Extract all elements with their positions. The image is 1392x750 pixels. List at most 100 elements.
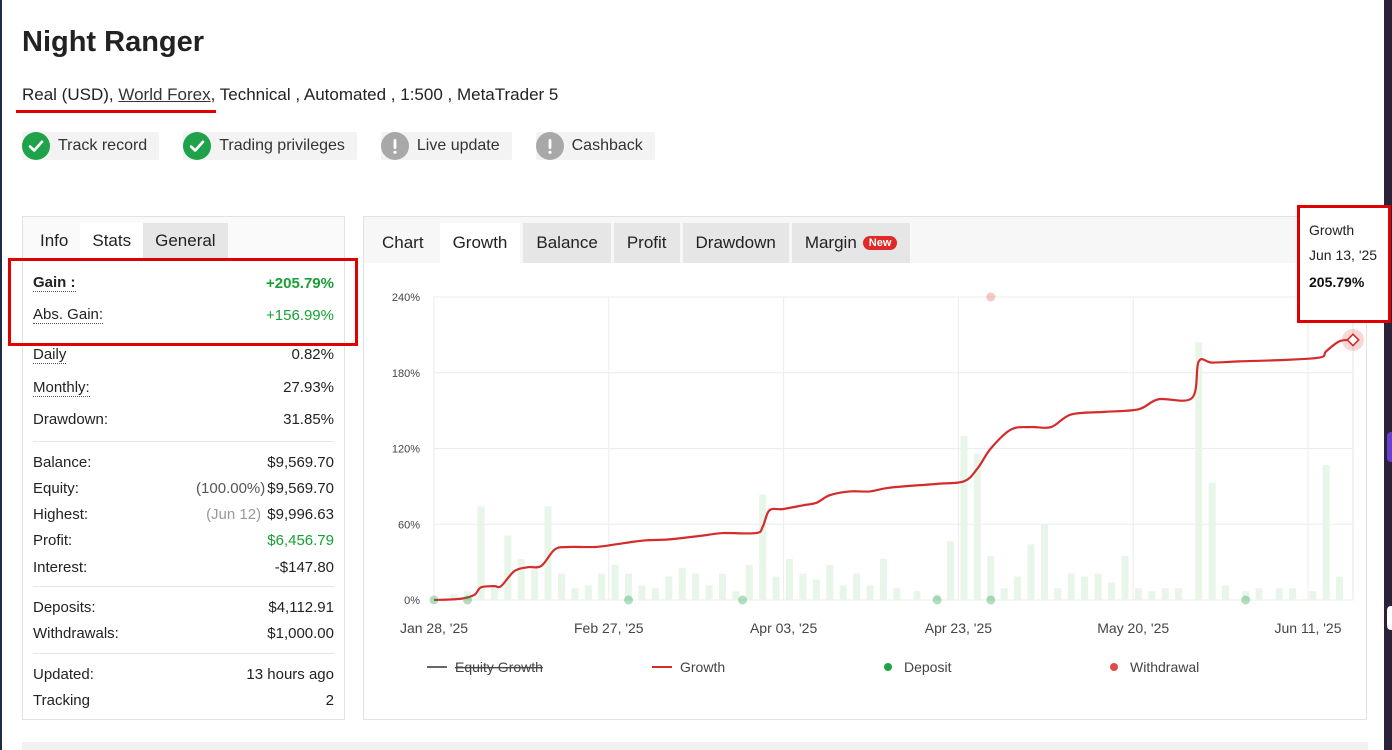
- chart-x-axis: Jan 28, '25 Feb 27, '25 Apr 03, '25 Apr 23,…: [400, 620, 1342, 636]
- account-subtitle: Real (USD), World Forex, Technical , Aut…: [22, 85, 558, 105]
- legend-label: Deposit: [904, 659, 952, 675]
- daily-bar: [866, 585, 874, 600]
- legend-label: Withdrawal: [1130, 659, 1199, 675]
- daily-bar: [960, 435, 968, 600]
- daily-bar: [1094, 573, 1102, 600]
- chart-tabs: Chart Growth Balance Profit Drawdown Mar…: [364, 217, 1366, 263]
- account-type: Real (USD),: [22, 85, 114, 104]
- badge-trading-privileges[interactable]: Trading privileges: [183, 132, 357, 160]
- y-tick-label: 120%: [392, 444, 420, 456]
- tab-general[interactable]: General: [143, 223, 228, 259]
- x-tick-label: Apr 03, '25: [750, 620, 817, 636]
- stat-updated: Updated: 13 hours ago: [33, 661, 334, 687]
- stat-amount: $9,569.70: [267, 479, 334, 497]
- stat-label: Interest:: [33, 558, 88, 576]
- stat-value: $9,569.70: [267, 453, 334, 471]
- daily-bar: [531, 564, 539, 600]
- stat-label: Highest:: [33, 505, 89, 523]
- account-details: , Technical , Automated , 1:500 , MetaTr…: [210, 85, 559, 104]
- stat-value: 13 hours ago: [246, 665, 334, 683]
- chart-y-axis: 0% 60% 120% 180% 240%: [392, 292, 420, 607]
- tab-balance[interactable]: Balance: [523, 223, 611, 263]
- tooltip-value: 205.79%: [1309, 274, 1365, 290]
- stat-label[interactable]: Monthly:: [33, 379, 90, 397]
- badge-label: Trading privileges: [219, 137, 345, 154]
- deposit-marker: [463, 595, 473, 605]
- badge-label: Track record: [58, 137, 148, 154]
- bottom-section-edge: [22, 742, 1368, 750]
- badge-track-record[interactable]: Track record: [22, 132, 160, 160]
- chart-tooltip: Growth Jun 13, '25 205.79%: [1297, 205, 1391, 323]
- daily-bar: [678, 567, 686, 600]
- stat-amount: $9,996.63: [267, 505, 334, 523]
- broker-link[interactable]: World Forex: [118, 85, 210, 104]
- daily-bar: [1275, 588, 1283, 600]
- tab-growth[interactable]: Growth: [439, 223, 521, 263]
- daily-bar: [1081, 576, 1089, 600]
- daily-bar: [1175, 588, 1183, 600]
- stat-value: $6,456.79: [267, 532, 334, 549]
- badge-cashback[interactable]: Cashback: [535, 132, 655, 160]
- tab-drawdown[interactable]: Drawdown: [682, 223, 789, 263]
- stat-value: -$147.80: [274, 558, 334, 576]
- legend-swatch: [884, 663, 892, 671]
- daily-bar: [584, 585, 592, 600]
- daily-bar: [1000, 588, 1008, 600]
- daily-bar: [1222, 585, 1230, 600]
- stat-note: (100.00%): [196, 479, 266, 497]
- daily-bar: [786, 558, 794, 600]
- y-tick-label: 60%: [398, 519, 420, 531]
- deposit-marker: [738, 595, 748, 605]
- daily-bar: [651, 588, 659, 600]
- daily-bar: [853, 573, 861, 600]
- x-tick-label: Apr 23, '25: [925, 620, 992, 636]
- daily-bar: [1027, 544, 1035, 600]
- daily-bar: [1208, 482, 1216, 600]
- stat-drawdown: Drawdown: 31.85%: [33, 404, 334, 435]
- check-icon: [22, 132, 50, 160]
- daily-bar: [745, 564, 753, 600]
- stat-label: Tracking: [33, 691, 90, 709]
- chart-daily-bars: [450, 342, 1344, 600]
- chart-legend: Equity Growth Growth Deposit Withdrawal: [427, 659, 1199, 675]
- deposit-marker: [624, 595, 634, 605]
- exclamation-icon: [535, 132, 564, 160]
- tab-stats[interactable]: Stats: [80, 223, 144, 259]
- gain-highlight-box: [8, 258, 358, 346]
- daily-bar: [759, 494, 767, 600]
- daily-bar: [517, 558, 525, 600]
- deposit-marker: [429, 595, 439, 605]
- stat-value: 31.85%: [283, 411, 334, 428]
- badge-label: Cashback: [571, 137, 643, 154]
- daily-bar: [826, 564, 834, 600]
- exclamation-icon: [380, 132, 409, 160]
- daily-bar: [638, 585, 646, 600]
- stat-value: $4,112.91: [268, 598, 334, 616]
- daily-bar: [1067, 573, 1075, 600]
- daily-bar: [1255, 588, 1263, 600]
- daily-bar: [1309, 591, 1317, 600]
- daily-bar: [1336, 576, 1344, 600]
- daily-bar: [611, 564, 619, 600]
- divider: [33, 441, 334, 442]
- stat-label[interactable]: Daily: [33, 346, 67, 364]
- x-tick-label: Jan 28, '25: [400, 620, 468, 636]
- stat-label: Withdrawals:: [33, 625, 119, 642]
- tab-margin[interactable]: Margin New: [791, 223, 911, 263]
- stat-label: Updated:: [33, 665, 94, 683]
- stat-withdrawals: Withdrawals: $1,000.00: [33, 620, 334, 647]
- daily-bar: [893, 588, 901, 600]
- y-tick-label: 240%: [392, 292, 420, 304]
- stat-profit: Profit: $6,456.79: [33, 527, 334, 554]
- stat-equity: Equity: (100.00%) $9,569.70: [33, 475, 334, 501]
- badge-live-update[interactable]: Live update: [380, 132, 512, 160]
- stat-value: 2: [325, 691, 334, 709]
- growth-chart[interactable]: 0% 60% 120% 180% 240% Jan 28, '25 Feb 27, '25…: [364, 263, 1366, 719]
- tab-profit[interactable]: Profit: [613, 223, 680, 263]
- deposit-marker: [1241, 595, 1251, 605]
- deposit-marker: [932, 595, 942, 605]
- stat-label: Balance:: [33, 453, 92, 471]
- daily-bar: [1148, 591, 1156, 600]
- daily-bar: [504, 535, 512, 600]
- tooltip-series: Growth: [1309, 222, 1355, 238]
